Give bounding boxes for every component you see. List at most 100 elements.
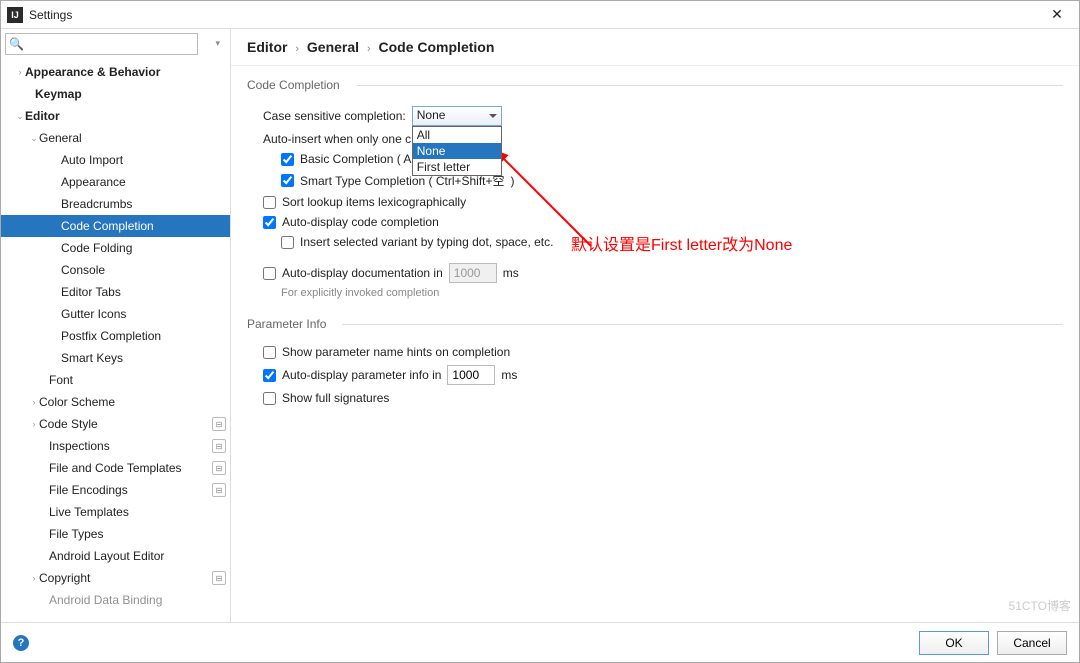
label-sort-lookup: Sort lookup items lexicographically: [282, 195, 466, 209]
label-insert-variant: Insert selected variant by typing dot, s…: [300, 235, 553, 249]
help-icon[interactable]: ?: [13, 635, 29, 651]
sidebar-item[interactable]: Font: [1, 369, 230, 391]
hint-doc: For explicitly invoked completion: [281, 287, 1063, 299]
label-case-sensitive: Case sensitive completion:: [263, 109, 406, 123]
search-icon: 🔍: [9, 37, 24, 51]
search-row: 🔍 ▾: [1, 29, 230, 59]
sidebar-item[interactable]: File and Code Templates⊟: [1, 457, 230, 479]
input-doc-ms[interactable]: [449, 263, 497, 283]
app-icon: IJ: [7, 7, 23, 23]
disclosure-icon: ⌄: [29, 133, 39, 144]
checkbox-auto-param-info[interactable]: [263, 369, 276, 382]
project-scope-icon: ⊟: [212, 571, 226, 585]
sidebar-item-label: General: [39, 131, 226, 145]
settings-window: IJ Settings ✕ 🔍 ▾ ›Appearance & Behavior…: [0, 0, 1080, 663]
footer: ? OK Cancel: [1, 622, 1079, 662]
breadcrumb-general[interactable]: General: [307, 39, 359, 55]
search-dropdown-icon[interactable]: ▾: [215, 38, 220, 49]
window-title: Settings: [29, 8, 1041, 22]
sidebar-item-label: Copyright: [39, 571, 208, 585]
label-auto-display-doc: Auto-display documentation in: [282, 266, 443, 280]
sidebar-item[interactable]: Live Templates: [1, 501, 230, 523]
chevron-right-icon: ›: [295, 43, 299, 55]
checkbox-auto-display-code[interactable]: [263, 216, 276, 229]
checkbox-insert-variant[interactable]: [281, 236, 294, 249]
sidebar-item[interactable]: ›Copyright⊟: [1, 567, 230, 589]
disclosure-icon: ⌄: [15, 111, 25, 122]
sidebar-item-label: Code Completion: [61, 219, 226, 233]
sidebar-item-label: File Types: [49, 527, 226, 541]
checkbox-sort-lookup[interactable]: [263, 196, 276, 209]
label-auto-param-info: Auto-display parameter info in: [282, 368, 441, 382]
group-parameter-info: Parameter Info: [247, 317, 1063, 331]
sidebar-item[interactable]: Android Layout Editor: [1, 545, 230, 567]
sidebar: 🔍 ▾ ›Appearance & BehaviorKeymap⌄Editor⌄…: [1, 29, 231, 622]
sidebar-item-label: Inspections: [49, 439, 208, 453]
sidebar-item[interactable]: Smart Keys: [1, 347, 230, 369]
chevron-right-icon: ›: [367, 43, 371, 55]
field-show-param-hints: Show parameter name hints on completion: [263, 345, 1063, 359]
sidebar-item-label: Smart Keys: [61, 351, 226, 365]
sidebar-item[interactable]: File Types: [1, 523, 230, 545]
sidebar-item[interactable]: ⌄General: [1, 127, 230, 149]
checkbox-auto-display-doc[interactable]: [263, 267, 276, 280]
sidebar-item[interactable]: ›Code Style⊟: [1, 413, 230, 435]
checkbox-show-param-hints[interactable]: [263, 346, 276, 359]
sidebar-item[interactable]: Appearance: [1, 171, 230, 193]
settings-panel: Code Completion Case sensitive completio…: [231, 66, 1079, 622]
dropdown-option[interactable]: First letter: [413, 159, 501, 175]
settings-tree[interactable]: ›Appearance & BehaviorKeymap⌄Editor⌄Gene…: [1, 59, 230, 622]
case-sensitive-value[interactable]: None: [412, 106, 502, 126]
project-scope-icon: ⊟: [212, 461, 226, 475]
field-auto-param-info: Auto-display parameter info in ms: [263, 365, 1063, 385]
sidebar-item[interactable]: Breadcrumbs: [1, 193, 230, 215]
field-auto-insert: Auto-insert when only one c: [263, 132, 1063, 146]
label-auto-insert: Auto-insert when only one c: [263, 132, 411, 146]
field-show-full-sig: Show full signatures: [263, 391, 1063, 405]
sidebar-item[interactable]: Android Data Binding: [1, 589, 230, 611]
label-smart-cut: ): [511, 174, 515, 188]
sidebar-item-label: Console: [61, 263, 226, 277]
sidebar-item[interactable]: ⌄Editor: [1, 105, 230, 127]
breadcrumb: Editor › General › Code Completion: [231, 29, 1079, 66]
case-sensitive-select[interactable]: None AllNoneFirst letter: [412, 106, 502, 126]
sidebar-item[interactable]: Gutter Icons: [1, 303, 230, 325]
project-scope-icon: ⊟: [212, 439, 226, 453]
sidebar-item[interactable]: File Encodings⊟: [1, 479, 230, 501]
sidebar-item[interactable]: Code Completion: [1, 215, 230, 237]
dropdown-option[interactable]: None: [413, 143, 501, 159]
sidebar-item-label: Breadcrumbs: [61, 197, 226, 211]
sidebar-item[interactable]: Auto Import: [1, 149, 230, 171]
input-param-ms[interactable]: [447, 365, 495, 385]
group-code-completion: Code Completion: [247, 78, 1063, 92]
search-input[interactable]: [5, 33, 198, 55]
sidebar-item[interactable]: ›Color Scheme: [1, 391, 230, 413]
sidebar-item-label: Keymap: [35, 87, 226, 101]
sidebar-item[interactable]: ›Appearance & Behavior: [1, 61, 230, 83]
field-case-sensitive: Case sensitive completion: None AllNoneF…: [263, 106, 1063, 126]
breadcrumb-code-completion: Code Completion: [379, 39, 495, 55]
sidebar-item[interactable]: Editor Tabs: [1, 281, 230, 303]
field-insert-variant: Insert selected variant by typing dot, s…: [281, 235, 1063, 249]
checkbox-smart-completion[interactable]: [281, 174, 294, 187]
cancel-button[interactable]: Cancel: [997, 631, 1067, 655]
breadcrumb-editor[interactable]: Editor: [247, 39, 287, 55]
body: 🔍 ▾ ›Appearance & BehaviorKeymap⌄Editor⌄…: [1, 29, 1079, 622]
field-smart-completion: Smart Type Completion ( Ctrl+Shift+空 ): [281, 172, 1063, 189]
sidebar-item-label: Editor: [25, 109, 226, 123]
sidebar-item[interactable]: Code Folding: [1, 237, 230, 259]
field-sort-lookup: Sort lookup items lexicographically: [263, 195, 1063, 209]
close-icon[interactable]: ✕: [1041, 6, 1073, 23]
checkbox-show-full-sig[interactable]: [263, 392, 276, 405]
sidebar-item[interactable]: Inspections ⊟: [1, 435, 230, 457]
label-basic-completion: Basic Completion ( A: [300, 152, 411, 166]
sidebar-item-label: Android Layout Editor: [49, 549, 226, 563]
sidebar-item[interactable]: Postfix Completion: [1, 325, 230, 347]
ok-button[interactable]: OK: [919, 631, 989, 655]
dropdown-option[interactable]: All: [413, 127, 501, 143]
sidebar-item[interactable]: Keymap: [1, 83, 230, 105]
case-sensitive-dropdown[interactable]: AllNoneFirst letter: [412, 126, 502, 176]
sidebar-item-label: Auto Import: [61, 153, 226, 167]
sidebar-item[interactable]: Console: [1, 259, 230, 281]
checkbox-basic-completion[interactable]: [281, 153, 294, 166]
